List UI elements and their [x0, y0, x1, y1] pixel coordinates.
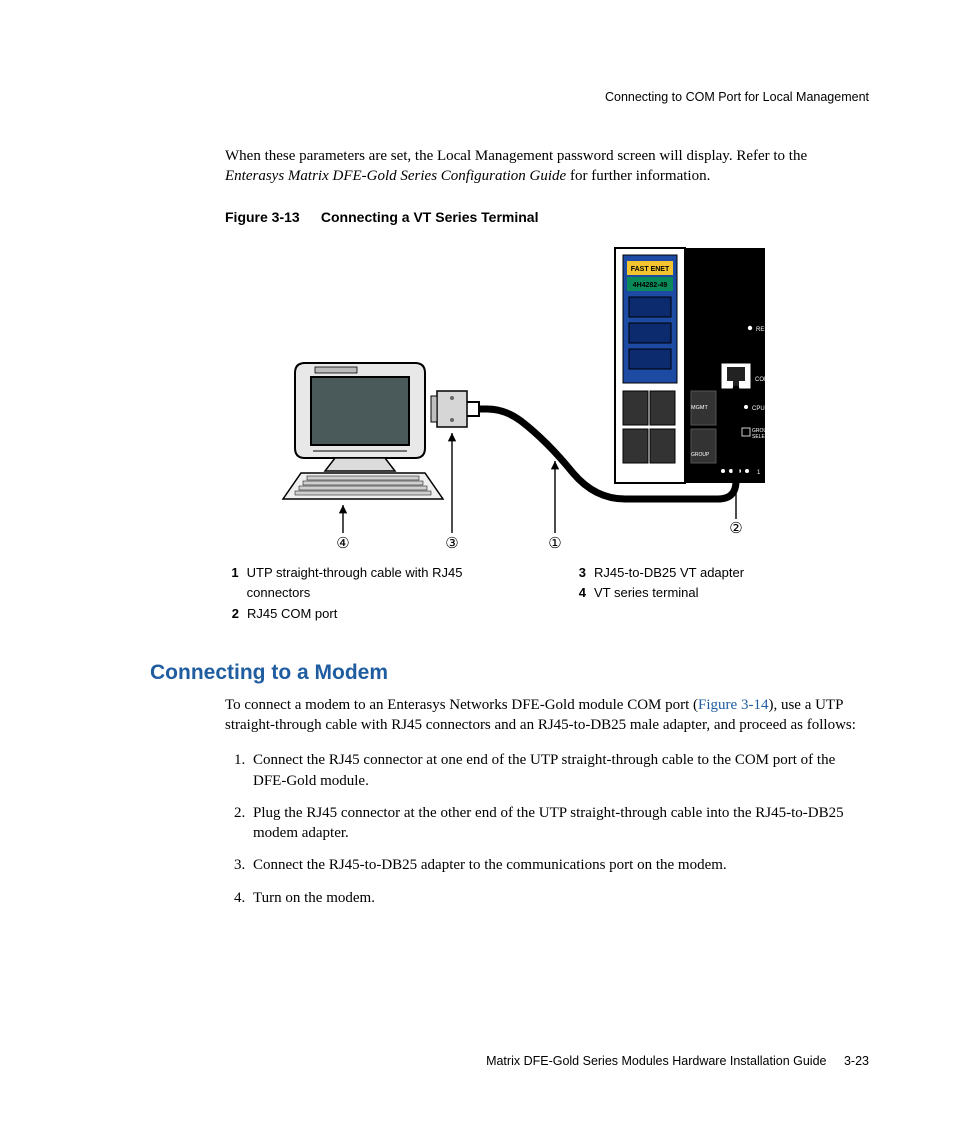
db25-adapter-icon	[431, 391, 467, 427]
procedure-step: Connect the RJ45 connector at one end of…	[249, 750, 869, 791]
svg-text:③: ③	[445, 535, 458, 552]
body-text-pre: To connect a modem to an Enterasys Netwo…	[225, 697, 698, 713]
running-head: Connecting to COM Port for Local Managem…	[150, 90, 869, 104]
figure-crossref-link[interactable]: Figure 3-14	[698, 697, 768, 713]
legend-text: UTP straight-through cable with RJ45 con…	[247, 563, 522, 605]
procedure-list: Connect the RJ45 connector at one end of…	[225, 750, 869, 908]
svg-text:②: ②	[729, 520, 742, 537]
section-heading: Connecting to a Modem	[150, 661, 869, 685]
legend-number: 2	[225, 604, 239, 625]
procedure-step: Connect the RJ45-to-DB25 adapter to the …	[249, 855, 869, 875]
legend-text: RJ45 COM port	[247, 604, 337, 625]
svg-text:MGMT: MGMT	[691, 405, 708, 411]
svg-text:①: ①	[548, 535, 561, 552]
svg-text:GROUP: GROUP	[691, 452, 710, 458]
footer-doc-title: Matrix DFE-Gold Series Modules Hardware …	[486, 1054, 826, 1068]
vt-terminal-icon	[283, 363, 443, 499]
svg-text:SELECT: SELECT	[752, 434, 771, 440]
svg-text:COM: COM	[755, 377, 769, 383]
svg-text:CPU: CPU	[752, 406, 765, 412]
footer-page-number: 3-23	[844, 1054, 869, 1068]
legend-item: 3 RJ45-to-DB25 VT adapter	[572, 563, 869, 584]
vt-terminal-diagram-svg: FAST ENET 4H4282-49	[225, 233, 785, 553]
procedure-step: Plug the RJ45 connector at the other end…	[249, 803, 869, 844]
section-intro-paragraph: To connect a modem to an Enterasys Netwo…	[225, 695, 869, 736]
procedure-step: Turn on the modem.	[249, 888, 869, 908]
figure-label: Figure 3-13	[225, 209, 317, 225]
intro-text-2: for further information.	[566, 168, 710, 184]
legend-text: VT series terminal	[594, 583, 699, 604]
figure-diagram: FAST ENET 4H4282-49	[225, 233, 785, 553]
svg-text:RESET: RESET	[756, 327, 776, 333]
network-module-icon: FAST ENET 4H4282-49	[615, 248, 776, 483]
figure-legend: 1 UTP straight-through cable with RJ45 c…	[225, 563, 869, 625]
legend-item: 4 VT series terminal	[572, 583, 869, 604]
figure-caption: Figure 3-13 Connecting a VT Series Termi…	[225, 209, 869, 225]
svg-text:4H4282-49: 4H4282-49	[633, 282, 668, 289]
legend-number: 3	[572, 563, 586, 584]
legend-number: 1	[225, 563, 239, 605]
intro-paragraph: When these parameters are set, the Local…	[225, 146, 869, 187]
intro-italic: Enterasys Matrix DFE-Gold Series Configu…	[225, 168, 566, 184]
figure-title: Connecting a VT Series Terminal	[321, 209, 539, 225]
legend-item: 1 UTP straight-through cable with RJ45 c…	[225, 563, 522, 605]
legend-text: RJ45-to-DB25 VT adapter	[594, 563, 744, 584]
svg-text:FAST ENET: FAST ENET	[631, 266, 670, 273]
svg-text:④: ④	[336, 535, 349, 552]
legend-number: 4	[572, 583, 586, 604]
legend-item: 2 RJ45 COM port	[225, 604, 522, 625]
page-footer: Matrix DFE-Gold Series Modules Hardware …	[486, 1054, 869, 1068]
intro-text-1: When these parameters are set, the Local…	[225, 148, 807, 164]
